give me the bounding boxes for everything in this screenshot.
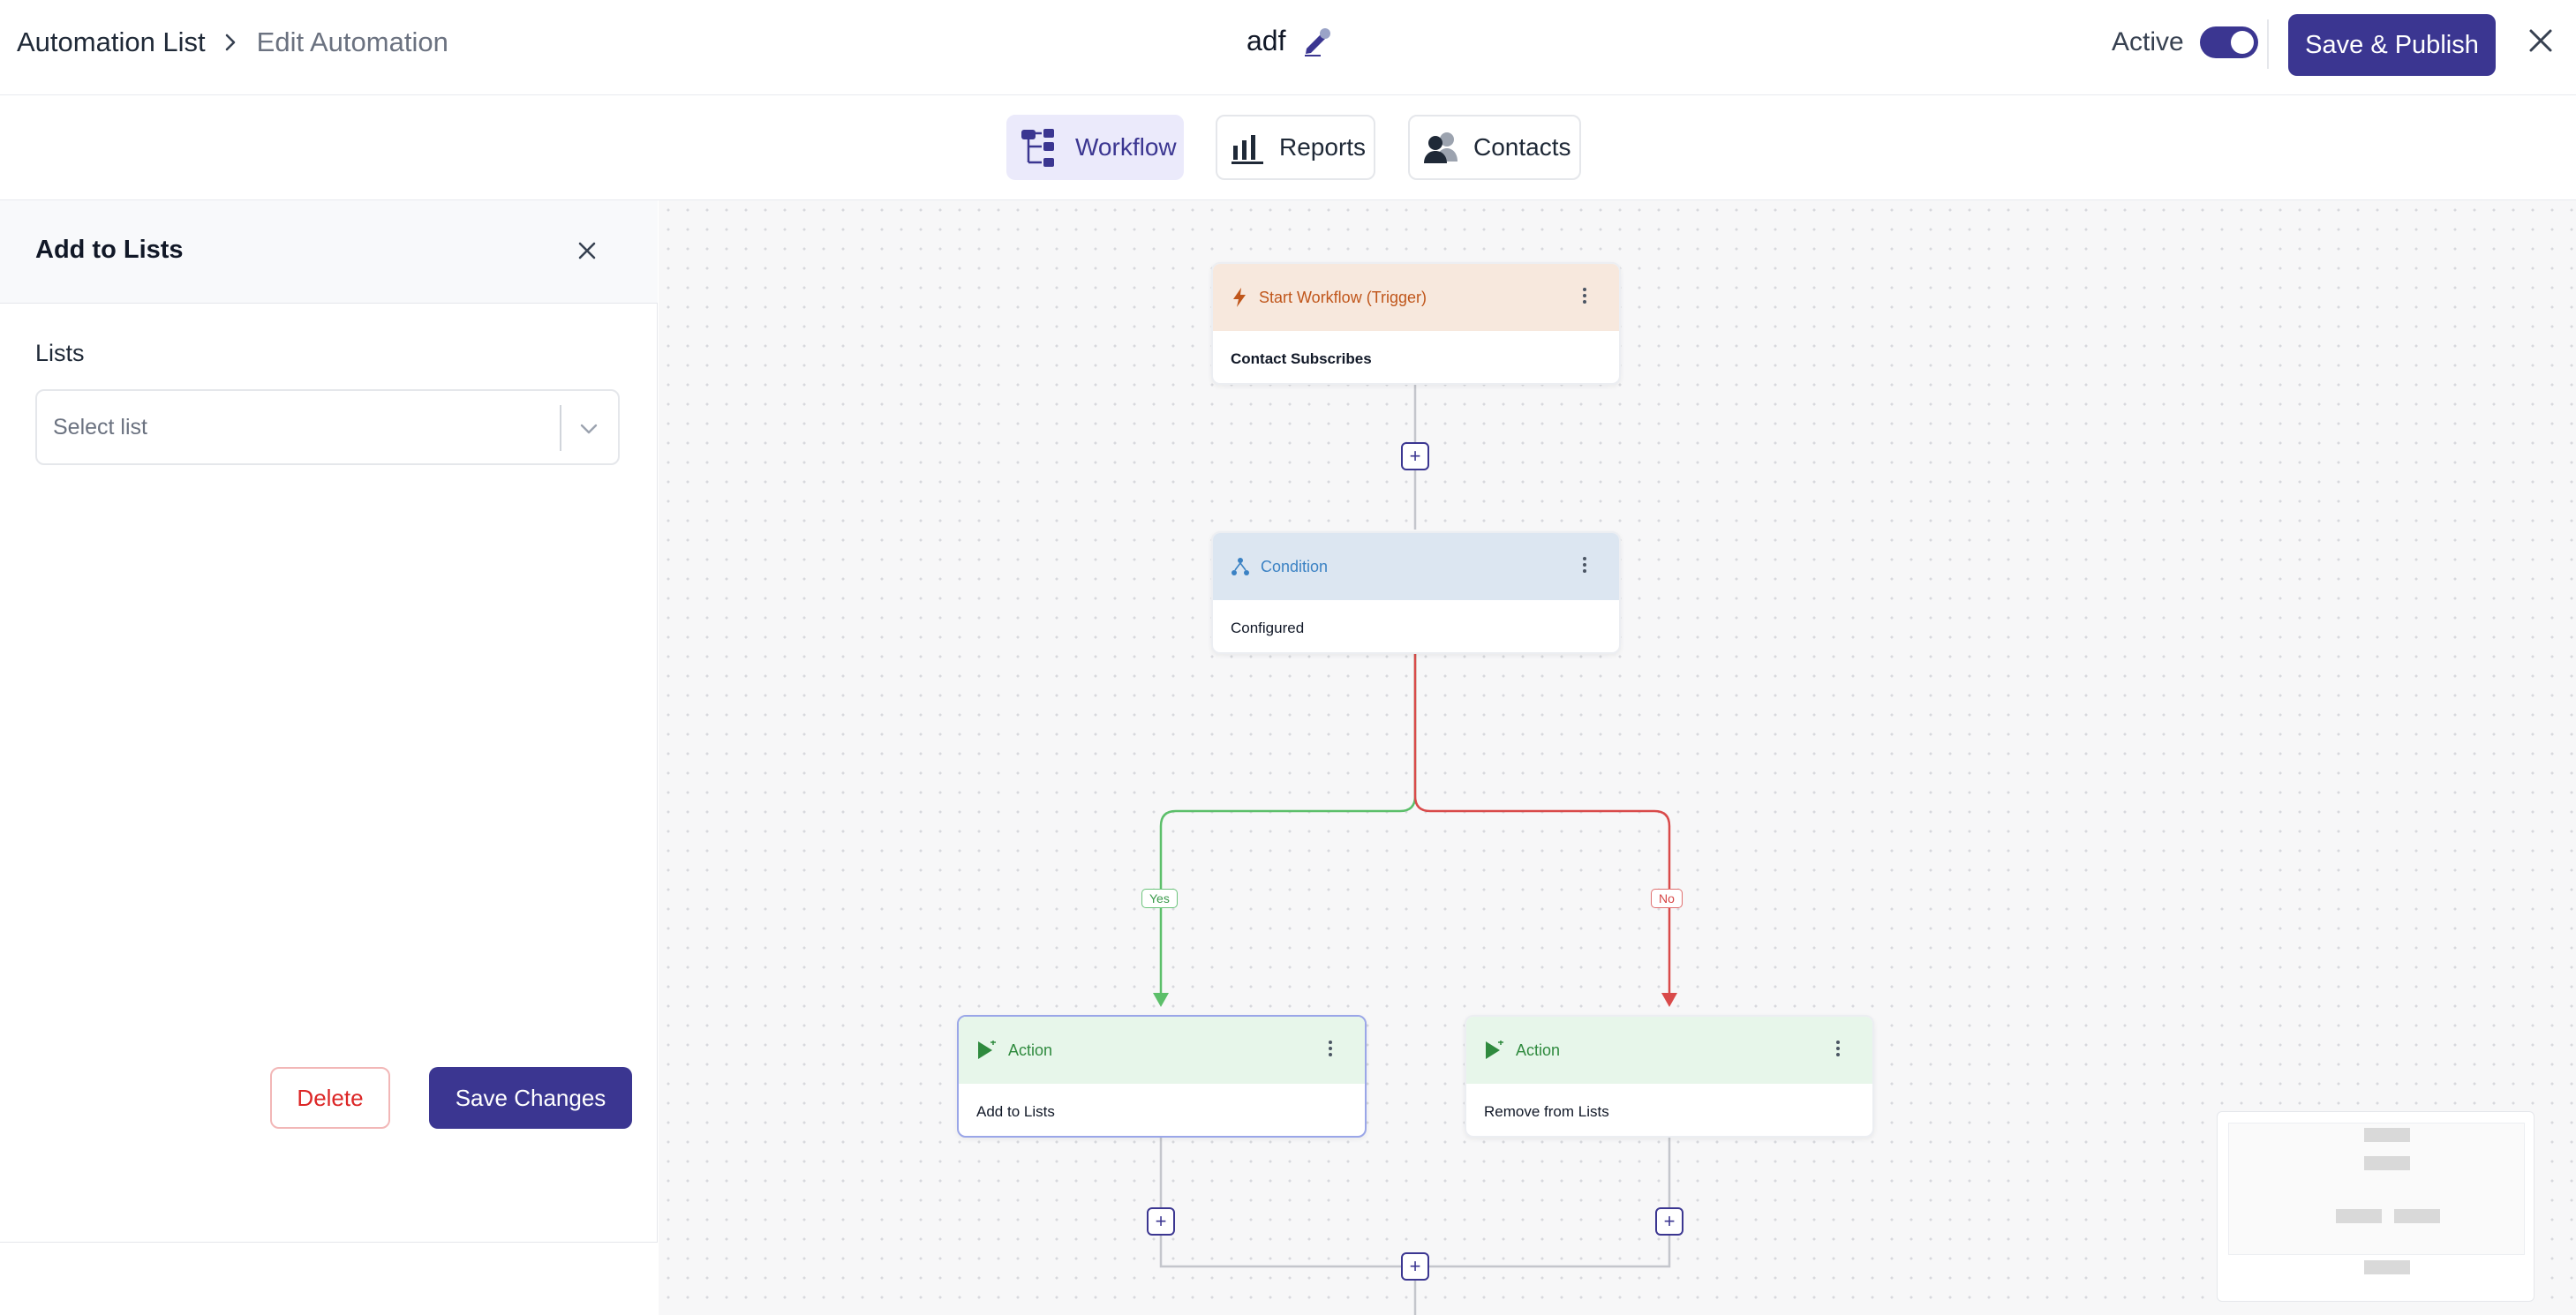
yes-branch-label: Yes	[1141, 889, 1178, 908]
action-node-remove-from-lists[interactable]: Action Remove from Lists	[1465, 1015, 1874, 1138]
breadcrumb-automation-list[interactable]: Automation List	[17, 26, 206, 58]
minimap-viewport[interactable]	[2228, 1123, 2525, 1255]
tab-reports[interactable]: Reports	[1216, 115, 1375, 180]
panel-header: Add to Lists	[0, 200, 658, 304]
close-panel-icon[interactable]	[576, 239, 599, 262]
add-step-button[interactable]: +	[1655, 1207, 1683, 1236]
tabs-bar: Workflow Reports Contacts	[0, 95, 2576, 200]
more-vertical-icon[interactable]	[1582, 556, 1587, 574]
minimap-node	[2336, 1209, 2382, 1223]
action-node-header: Action	[959, 1017, 1365, 1084]
action-node-header: Action	[1466, 1017, 1872, 1084]
save-changes-button[interactable]: Save Changes	[429, 1067, 632, 1129]
toggle-knob	[2230, 31, 2254, 54]
active-label: Active	[2112, 27, 2184, 56]
select-list-dropdown[interactable]: Select list	[35, 389, 620, 465]
workflow-tree-icon	[1021, 127, 1061, 168]
yes-arrow-icon	[1153, 993, 1169, 1007]
edit-pencil-icon[interactable]	[1301, 26, 1333, 57]
automation-title-group: adf	[1247, 25, 1333, 57]
minimap-node	[2394, 1209, 2440, 1223]
tab-reports-label: Reports	[1279, 133, 1367, 161]
chevron-down-icon[interactable]	[577, 417, 600, 440]
lists-field-label: Lists	[35, 340, 85, 366]
tab-contacts-label: Contacts	[1473, 133, 1571, 161]
bar-chart-icon	[1230, 130, 1265, 165]
active-toggle[interactable]	[2199, 26, 2258, 58]
trigger-node-type: Start Workflow (Trigger)	[1259, 288, 1427, 306]
add-to-lists-panel: Add to Lists Lists Select list	[0, 200, 658, 1315]
users-icon	[1422, 130, 1459, 165]
more-vertical-icon[interactable]	[1328, 1040, 1333, 1057]
action-node-add-to-lists[interactable]: Action Add to Lists	[957, 1015, 1367, 1138]
action-node-type: Action	[1516, 1041, 1561, 1059]
minimap-node	[2364, 1260, 2410, 1274]
add-step-button[interactable]: +	[1401, 1252, 1429, 1281]
breadcrumb: Automation List Edit Automation	[17, 26, 448, 58]
close-icon[interactable]	[2527, 26, 2555, 55]
lightning-icon	[1231, 287, 1248, 308]
add-step-button[interactable]: +	[1147, 1207, 1175, 1236]
tab-workflow[interactable]: Workflow	[1006, 115, 1184, 180]
more-vertical-icon[interactable]	[1582, 287, 1587, 304]
condition-node-body: Configured	[1231, 619, 1305, 636]
trigger-node-header: Start Workflow (Trigger)	[1213, 264, 1619, 331]
condition-node-type: Condition	[1261, 557, 1329, 575]
select-separator	[560, 405, 561, 451]
more-vertical-icon[interactable]	[1835, 1040, 1841, 1057]
workflow-canvas[interactable]: Start Workflow (Trigger) Contact Subscri…	[659, 200, 2576, 1315]
delete-button[interactable]: Delete	[270, 1067, 390, 1129]
minimap-node	[2364, 1156, 2410, 1170]
trigger-node[interactable]: Start Workflow (Trigger) Contact Subscri…	[1211, 262, 1621, 385]
edge-yes-branch	[1159, 654, 1417, 995]
action-play-icon	[976, 1041, 998, 1060]
minimap[interactable]	[2217, 1111, 2535, 1302]
trigger-node-body: Contact Subscribes	[1231, 349, 1372, 367]
active-toggle-group: Active	[2112, 26, 2258, 58]
chevron-right-icon	[223, 32, 237, 53]
panel-footer	[0, 1242, 658, 1315]
top-header: Automation List Edit Automation adf Acti…	[0, 0, 2576, 95]
add-step-button[interactable]: +	[1401, 442, 1429, 470]
edge-merge	[1159, 1136, 1671, 1268]
tab-contacts[interactable]: Contacts	[1408, 115, 1581, 180]
automation-title: adf	[1247, 25, 1286, 56]
no-branch-label: No	[1651, 889, 1683, 908]
minimap-node	[2364, 1128, 2410, 1142]
edge-no-branch	[1413, 654, 1671, 995]
condition-node-header: Condition	[1213, 533, 1619, 600]
action-node-body: Add to Lists	[976, 1102, 1055, 1120]
action-node-body: Remove from Lists	[1484, 1102, 1609, 1120]
select-list-placeholder: Select list	[53, 415, 147, 440]
save-and-publish-button[interactable]: Save & Publish	[2288, 14, 2496, 76]
tab-workflow-label: Workflow	[1075, 133, 1177, 161]
condition-node[interactable]: Condition Configured	[1211, 531, 1621, 654]
panel-title: Add to Lists	[35, 236, 184, 264]
action-node-type: Action	[1008, 1041, 1053, 1059]
breadcrumb-edit-automation: Edit Automation	[256, 26, 448, 57]
action-play-icon	[1484, 1041, 1505, 1060]
no-arrow-icon	[1661, 993, 1677, 1007]
branch-icon	[1231, 557, 1250, 576]
header-divider	[2267, 19, 2269, 69]
